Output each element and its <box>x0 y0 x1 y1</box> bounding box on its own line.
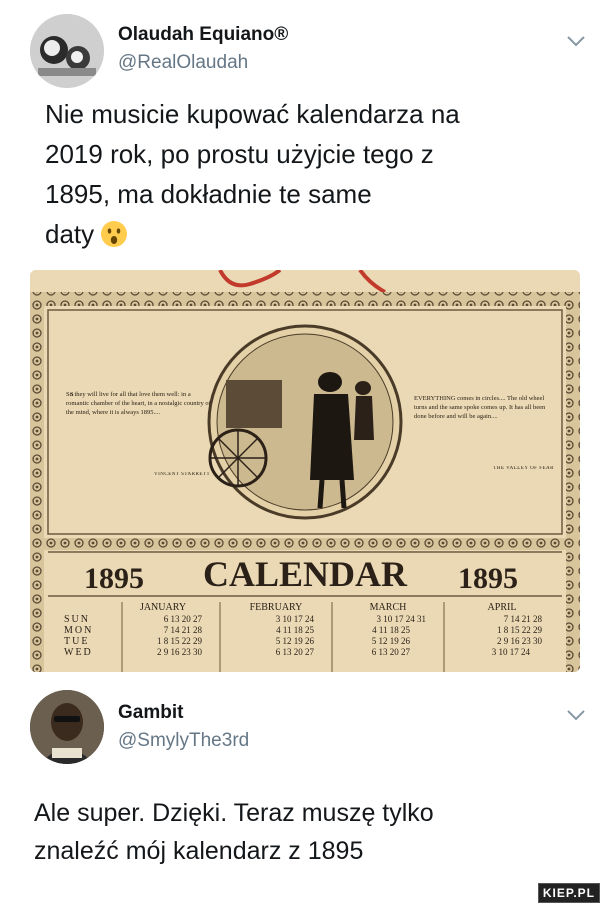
author-name[interactable]: Olaudah Equiano® <box>118 24 288 46</box>
quote-right-author: THE VALLEY OF FEAR <box>493 466 554 471</box>
year-left: 1895 <box>84 562 144 595</box>
month-row: 6 13 20 27 <box>372 647 411 657</box>
tweet-text: Nie musicie kupować kalendarza na 2019 r… <box>45 94 585 254</box>
month-row: 7 14 21 28 <box>504 614 543 624</box>
surprised-face-emoji-icon <box>101 221 128 247</box>
tweet-text-line: znaleźć mój kalendarz z 1895 <box>34 837 364 865</box>
month-name: MARCH <box>370 602 407 613</box>
chevron-down-icon[interactable] <box>565 708 587 722</box>
tweet-original: Olaudah Equiano® @RealOlaudah Nie musici… <box>0 0 610 690</box>
calendar-title: CALENDAR <box>203 554 408 594</box>
month-row: 2 9 16 23 30 <box>157 647 203 657</box>
tweet-text-line: daty <box>45 219 95 249</box>
calendar-image[interactable]: S So they will live for all that love th… <box>30 270 580 672</box>
month-row: 6 13 20 27 <box>164 614 203 624</box>
month-row: 7 14 21 28 <box>164 625 203 635</box>
month-row: 6 13 20 27 <box>276 647 315 657</box>
month-row: 5 12 19 26 <box>372 636 411 646</box>
month-row: 3 10 17 24 <box>276 614 315 624</box>
chevron-down-icon[interactable] <box>565 34 587 48</box>
tweet-text-line: Nie musicie kupować kalendarza na <box>45 99 460 129</box>
day-label: TUE <box>64 636 89 647</box>
month-name: FEBRUARY <box>250 602 303 613</box>
tweet-text: Ale super. Dzięki. Teraz muszę tylko zna… <box>34 794 574 870</box>
year-right: 1895 <box>458 562 518 595</box>
author-name[interactable]: Gambit <box>118 702 183 724</box>
watermark-logo: KIEP.PL <box>537 883 600 903</box>
month-name: APRIL <box>488 602 517 613</box>
tweet-reply: Gambit @SmylyThe3rd Ale super. Dzięki. T… <box>0 690 610 915</box>
month-row: 4 11 18 25 <box>372 625 410 635</box>
month-row: 2 9 16 23 30 <box>497 636 543 646</box>
author-handle[interactable]: @RealOlaudah <box>118 52 248 74</box>
month-row: 1 8 15 22 29 <box>157 636 203 646</box>
day-label: MON <box>64 625 93 636</box>
tweet-text-line: 2019 rok, po prostu użyjcie tego z <box>45 139 434 169</box>
month-row: 1 8 15 22 29 <box>497 625 543 635</box>
quote-left-text: So they will live for all that love them… <box>66 391 211 416</box>
tweet-text-line: 1895, ma dokładnie te same <box>45 179 372 209</box>
day-label: SUN <box>64 614 90 625</box>
avatar-olaudah[interactable] <box>30 14 104 88</box>
tweet-text-last-line: daty <box>45 214 585 254</box>
avatar-gambit[interactable] <box>30 690 104 764</box>
tweet-text-line: Ale super. Dzięki. Teraz muszę tylko <box>34 799 434 827</box>
month-row: 4 11 18 25 <box>276 625 314 635</box>
month-name: JANUARY <box>140 602 186 613</box>
month-row: 3 10 17 24 31 <box>377 614 427 624</box>
quote-right-text: EVERYTHING comes in circles.... The old … <box>414 395 546 420</box>
month-row: 5 12 19 26 <box>276 636 315 646</box>
author-handle[interactable]: @SmylyThe3rd <box>118 730 249 752</box>
day-label: WED <box>64 647 93 658</box>
quote-left-author: VINCENT STARRETT <box>154 472 210 477</box>
month-row: 3 10 17 24 <box>492 647 531 657</box>
